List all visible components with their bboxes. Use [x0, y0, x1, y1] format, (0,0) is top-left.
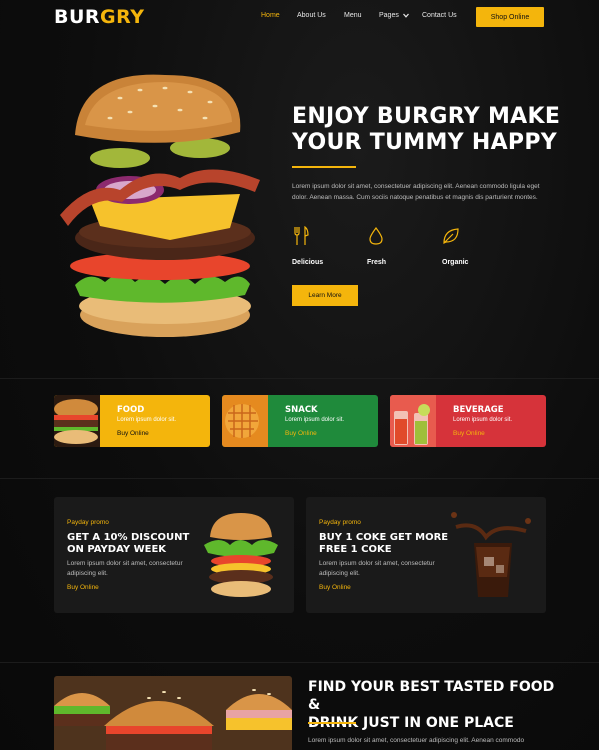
- bottom-description: Lorem ipsum dolor sit amet, consectetuer…: [308, 737, 525, 744]
- promo-title: BUY 1 COKE GET MORE FREE 1 COKE: [319, 532, 449, 555]
- buy-online-link[interactable]: Buy Online: [285, 430, 317, 437]
- category-card-food[interactable]: FOOD Lorem ipsum dolor sit. Buy Online: [54, 395, 210, 447]
- buy-online-link[interactable]: Buy Online: [453, 430, 485, 437]
- nav-menu[interactable]: Menu: [344, 12, 362, 19]
- nav-pages-label: Pages: [379, 12, 399, 19]
- promo-tag: Payday promo: [319, 519, 361, 526]
- water-drop-icon: [369, 226, 383, 245]
- logo-text-white: BUR: [54, 6, 101, 28]
- feature-label: Organic: [442, 259, 469, 266]
- shop-online-button[interactable]: Shop Online: [476, 7, 544, 27]
- promo-card-discount: Payday promo GET A 10% DISCOUNT ON PAYDA…: [54, 497, 294, 613]
- promo-burger-image: [204, 513, 278, 597]
- learn-more-button[interactable]: Learn More: [292, 285, 358, 306]
- category-card-beverage[interactable]: BEVERAGE Lorem ipsum dolor sit. Buy Onli…: [390, 395, 546, 447]
- burgers-showcase-image: [54, 676, 292, 750]
- leaf-icon: [443, 228, 459, 244]
- snack-thumbnail-image: [222, 395, 268, 447]
- section-divider: [0, 478, 599, 479]
- feature-label: Delicious: [292, 259, 324, 266]
- beverage-thumbnail-image: [390, 395, 436, 447]
- feature-delicious: Delicious: [292, 225, 362, 266]
- page: BURGRY Home About Us Menu Pages Contact …: [0, 0, 599, 750]
- promo-title: GET A 10% DISCOUNT ON PAYDAY WEEK: [67, 532, 190, 555]
- nav-contact-us[interactable]: Contact Us: [422, 12, 457, 19]
- feature-organic: Organic: [442, 226, 512, 266]
- promo-card-coke: Payday promo BUY 1 COKE GET MORE FREE 1 …: [306, 497, 546, 613]
- category-title: SNACK: [285, 405, 318, 415]
- category-card-snack[interactable]: SNACK Lorem ipsum dolor sit. Buy Online: [222, 395, 378, 447]
- feature-fresh: Fresh: [367, 226, 437, 266]
- promo-tag: Payday promo: [67, 519, 109, 526]
- section-divider: [0, 378, 599, 379]
- section-divider: [0, 662, 599, 663]
- hero-title: ENJOY BURGRY MAKE YOUR TUMMY HAPPY: [292, 104, 562, 156]
- promo-description: Lorem ipsum dolor sit amet, consectetur …: [319, 560, 435, 577]
- hero-description: Lorem ipsum dolor sit amet, consectetuer…: [292, 183, 540, 201]
- chevron-down-icon: [402, 13, 409, 18]
- buy-online-link[interactable]: Buy Online: [319, 584, 351, 591]
- category-description: Lorem ipsum dolor sit.: [285, 417, 345, 423]
- bottom-title-underline: [308, 722, 356, 724]
- category-title: FOOD: [117, 405, 145, 415]
- food-thumbnail-image: [54, 395, 100, 447]
- nav-about-us[interactable]: About Us: [297, 12, 326, 19]
- hero-burger-image: [60, 74, 260, 337]
- top-navbar: BURGRY Home About Us Menu Pages Contact …: [0, 0, 599, 34]
- hero-title-line-2: YOUR TUMMY HAPPY: [292, 130, 557, 155]
- category-description: Lorem ipsum dolor sit.: [453, 417, 513, 423]
- logo-text-yellow: GRY: [100, 6, 145, 28]
- brand-logo[interactable]: BURGRY: [54, 6, 145, 28]
- category-description: Lorem ipsum dolor sit.: [117, 417, 177, 423]
- promo-coke-image: [451, 512, 531, 597]
- cutlery-icon: [294, 225, 309, 245]
- bottom-title-line-1: FIND YOUR BEST TASTED FOOD &: [308, 679, 555, 713]
- hero-title-underline: [292, 166, 356, 168]
- nav-home[interactable]: Home: [261, 12, 280, 19]
- category-title: BEVERAGE: [453, 405, 504, 415]
- promo-description: Lorem ipsum dolor sit amet, consectetur …: [67, 560, 183, 577]
- buy-online-link[interactable]: Buy Online: [117, 430, 149, 437]
- feature-label: Fresh: [367, 259, 387, 266]
- hero-title-line-1: ENJOY BURGRY MAKE: [292, 104, 561, 129]
- buy-online-link[interactable]: Buy Online: [67, 584, 99, 591]
- nav-pages[interactable]: Pages: [379, 12, 409, 19]
